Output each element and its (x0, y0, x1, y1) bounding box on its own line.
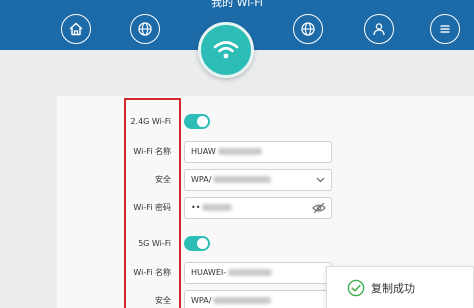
redacted-text (202, 204, 233, 211)
copy-success-toast: 复制成功 (326, 266, 474, 308)
menu-icon (440, 25, 450, 33)
eye-hidden-icon[interactable] (312, 202, 326, 214)
redacted-text (217, 148, 262, 155)
wifi-24g-switch-row: 2.4G Wi-Fi (57, 111, 474, 133)
wifi-5g-security-select[interactable]: WPA/ (184, 290, 332, 308)
wifi-24g-password-value: •• (191, 203, 201, 212)
network-button[interactable] (293, 14, 323, 44)
redacted-text (213, 176, 272, 183)
wifi-24g-name-row: Wi-Fi 名称 HUAW (57, 141, 474, 163)
wifi-24g-name-value: HUAW (191, 147, 216, 156)
wifi-24g-password-row: Wi-Fi 密码 •• (57, 197, 474, 219)
redacted-text (213, 297, 272, 304)
internet-button[interactable] (130, 14, 160, 44)
wifi-5g-toggle[interactable] (184, 236, 210, 251)
user-icon (373, 23, 385, 36)
wifi-5g-name-value: HUAWEI- (191, 268, 227, 277)
page-title: 我的 Wi-Fi (211, 0, 263, 9)
wifi-tab-button[interactable] (198, 22, 254, 78)
wifi-24g-toggle[interactable] (184, 114, 210, 129)
menu-button[interactable] (430, 14, 460, 44)
home-button[interactable] (61, 14, 91, 44)
wifi-24g-security-value: WPA/ (191, 175, 212, 184)
home-icon (69, 22, 83, 36)
wifi-5g-switch-row: 5G Wi-Fi (57, 233, 474, 255)
highlight-box (124, 98, 181, 308)
wifi-24g-security-row: 安全 WPA/ (57, 169, 474, 191)
wifi-5g-security-value: WPA/ (191, 296, 212, 305)
user-button[interactable] (364, 14, 394, 44)
check-circle-icon (347, 279, 365, 297)
wifi-24g-name-input[interactable]: HUAW (184, 141, 332, 163)
redacted-text (228, 269, 273, 276)
globe-icon (138, 22, 152, 36)
chevron-down-icon (315, 170, 325, 190)
toast-message: 复制成功 (371, 282, 415, 295)
wifi-5g-name-input[interactable]: HUAWEI- (184, 262, 332, 284)
network-icon (301, 22, 315, 36)
wifi-icon (213, 41, 239, 59)
wifi-24g-password-input[interactable]: •• (184, 197, 332, 219)
wifi-24g-security-select[interactable]: WPA/ (184, 169, 332, 191)
